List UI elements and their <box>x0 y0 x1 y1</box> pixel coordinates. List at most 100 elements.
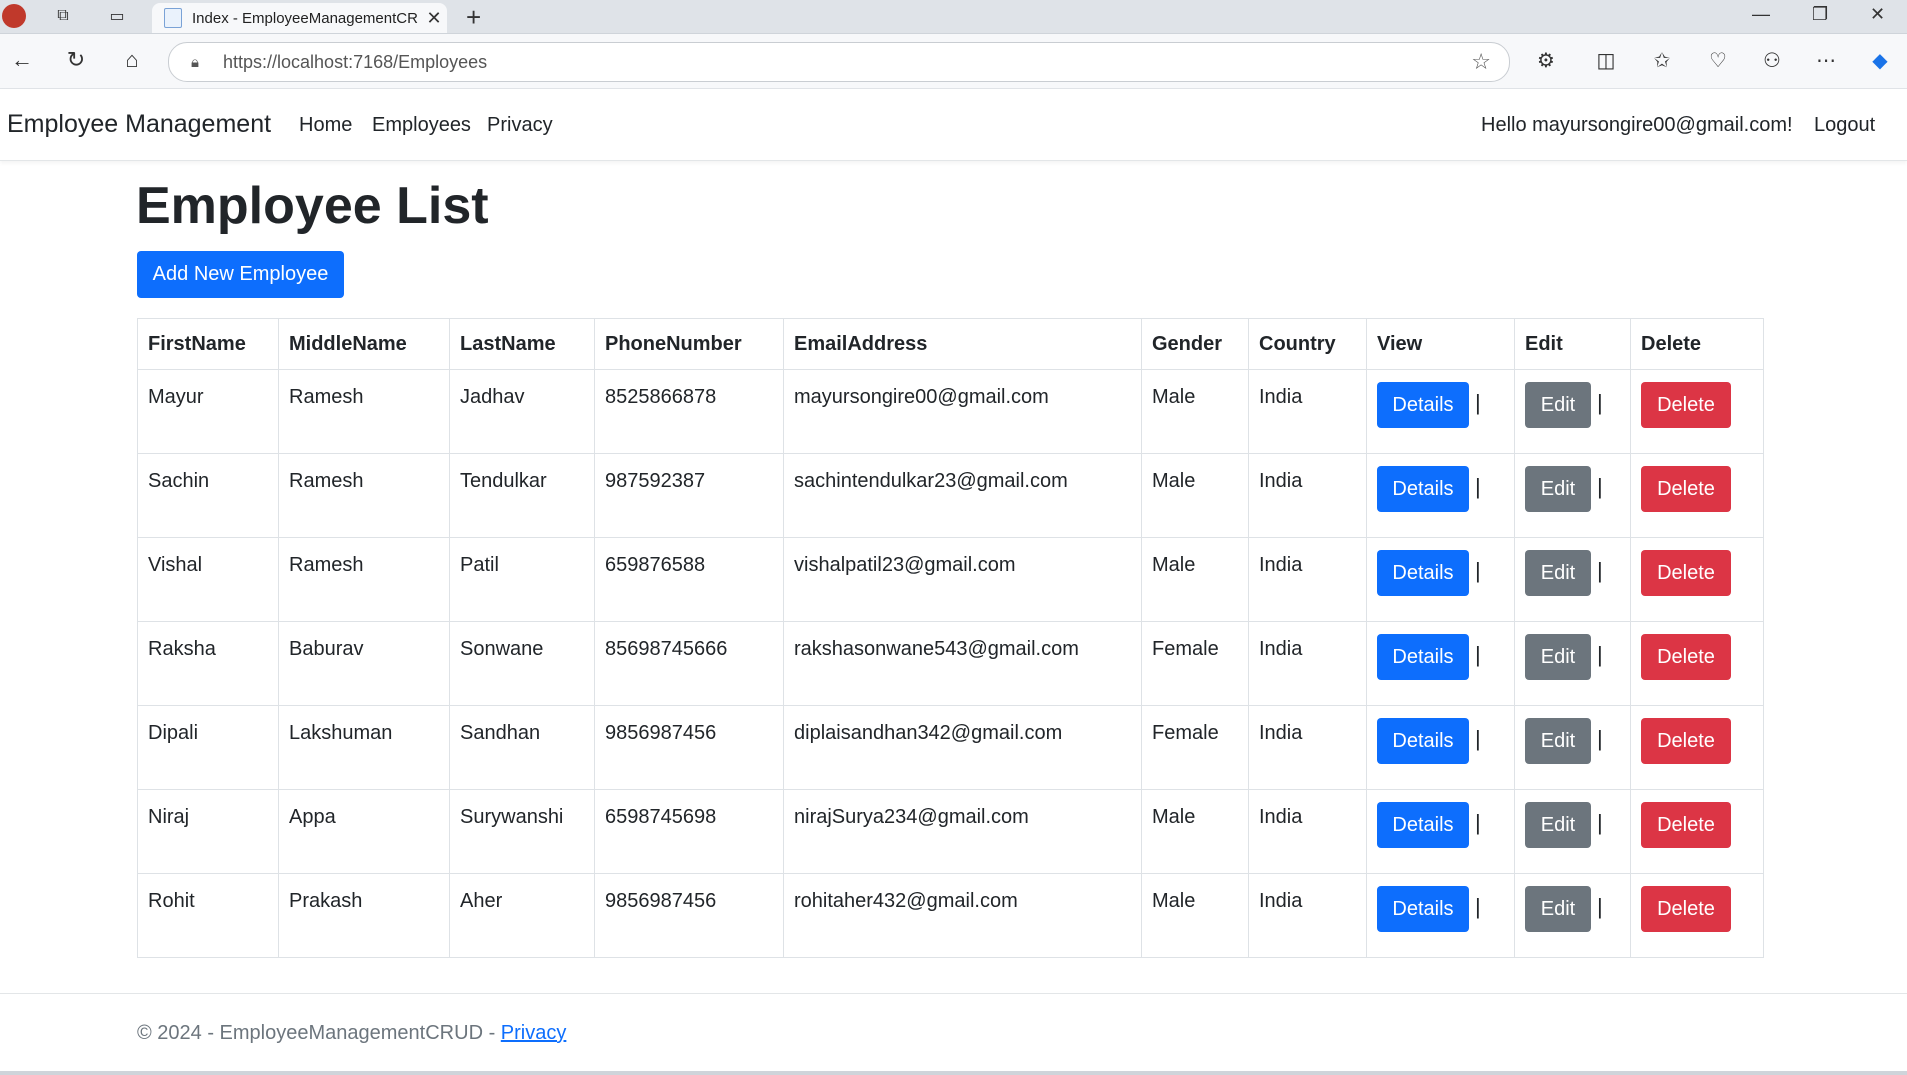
copilot-icon[interactable]: ◆ <box>1866 48 1894 73</box>
nav-link-employees[interactable]: Employees <box>372 114 471 137</box>
action-separator: | <box>1597 474 1603 499</box>
address-bar[interactable]: 🔒︎ https://localhost:7168/Employees ☆ <box>168 42 1510 82</box>
browser-essentials-icon[interactable]: ♡ <box>1704 48 1732 73</box>
cell-details: Details | <box>1366 621 1515 706</box>
favorite-star-icon[interactable]: ☆ <box>1471 49 1491 75</box>
delete-button[interactable]: Delete <box>1641 886 1731 932</box>
refresh-icon[interactable]: ↻ <box>62 47 90 73</box>
delete-button[interactable]: Delete <box>1641 634 1731 680</box>
back-icon[interactable]: ← <box>8 47 36 73</box>
split-screen-icon[interactable]: ◫ <box>1592 48 1620 73</box>
cell-firstname: Sachin <box>137 453 279 538</box>
cell-email: rohitaher432@gmail.com <box>783 873 1142 958</box>
cell-email: vishalpatil23@gmail.com <box>783 537 1142 622</box>
browser-toolbar: ← ↻ ⌂ 🔒︎ https://localhost:7168/Employee… <box>0 34 1907 89</box>
cell-phone: 987592387 <box>594 453 784 538</box>
cell-email: sachintendulkar23@gmail.com <box>783 453 1142 538</box>
cell-middlename: Ramesh <box>278 453 450 538</box>
collections-icon[interactable]: ⚇ <box>1758 48 1786 73</box>
edit-button[interactable]: Edit <box>1525 466 1591 512</box>
footer-copyright: © 2024 - EmployeeManagementCRUD - <box>137 1022 501 1044</box>
details-button[interactable]: Details <box>1377 550 1469 596</box>
col-header-middlename: MiddleName <box>278 318 450 370</box>
extensions-icon[interactable]: ⚙ <box>1532 48 1560 73</box>
workspaces-icon[interactable]: ⧉ <box>52 5 74 27</box>
action-separator: | <box>1475 810 1481 835</box>
logout-button[interactable]: Logout <box>1814 114 1875 137</box>
details-button[interactable]: Details <box>1377 382 1469 428</box>
delete-button[interactable]: Delete <box>1641 466 1731 512</box>
home-icon[interactable]: ⌂ <box>118 47 146 73</box>
details-button[interactable]: Details <box>1377 634 1469 680</box>
new-tab-icon[interactable]: + <box>466 2 481 33</box>
details-button[interactable]: Details <box>1377 466 1469 512</box>
delete-button[interactable]: Delete <box>1641 802 1731 848</box>
cell-details: Details | <box>1366 453 1515 538</box>
edit-button[interactable]: Edit <box>1525 802 1591 848</box>
details-button[interactable]: Details <box>1377 802 1469 848</box>
window-close-icon[interactable]: ✕ <box>1870 4 1885 25</box>
browser-tab[interactable]: Index - EmployeeManagementCR ✕ <box>152 3 447 33</box>
cell-lastname: Jadhav <box>449 369 595 454</box>
page-title: Employee List <box>136 177 489 235</box>
user-greeting[interactable]: Hello mayursongire00@gmail.com! <box>1481 114 1793 137</box>
action-separator: | <box>1597 810 1603 835</box>
cell-delete: Delete <box>1630 537 1764 622</box>
brand-link[interactable]: Employee Management <box>7 110 271 139</box>
table-row: Rohit Prakash Aher 9856987456 rohitaher432@g… <box>137 873 1764 958</box>
col-header-emailaddress: EmailAddress <box>783 318 1142 370</box>
cell-firstname: Vishal <box>137 537 279 622</box>
cell-email: rakshasonwane543@gmail.com <box>783 621 1142 706</box>
col-header-firstname: FirstName <box>137 318 279 370</box>
page-favicon-icon <box>164 8 182 28</box>
cell-gender: Male <box>1141 789 1249 874</box>
edit-button[interactable]: Edit <box>1525 634 1591 680</box>
action-separator: | <box>1597 558 1603 583</box>
tab-actions-icon[interactable]: ▭ <box>106 5 128 27</box>
details-button[interactable]: Details <box>1377 886 1469 932</box>
minimize-icon[interactable]: — <box>1752 4 1770 25</box>
footer-privacy-link[interactable]: Privacy <box>501 1022 567 1044</box>
nav-link-home[interactable]: Home <box>299 114 352 137</box>
tab-title: Index - EmployeeManagementCR <box>192 9 418 27</box>
col-header-edit: Edit <box>1514 318 1631 370</box>
action-separator: | <box>1475 642 1481 667</box>
favorites-icon[interactable]: ✩ <box>1648 48 1676 73</box>
lock-icon[interactable]: 🔒︎ <box>191 54 217 71</box>
edit-button[interactable]: Edit <box>1525 550 1591 596</box>
table-row: Raksha Baburav Sonwane 85698745666 rakshason… <box>137 621 1764 706</box>
more-options-icon[interactable]: ⋯ <box>1812 48 1840 73</box>
table-row: Dipali Lakshuman Sandhan 9856987456 diplaisa… <box>137 705 1764 790</box>
col-header-lastname: LastName <box>449 318 595 370</box>
nav-link-privacy[interactable]: Privacy <box>487 114 553 137</box>
cell-details: Details | <box>1366 705 1515 790</box>
cell-firstname: Raksha <box>137 621 279 706</box>
cell-phone: 659876588 <box>594 537 784 622</box>
cell-country: India <box>1248 873 1367 958</box>
cell-gender: Male <box>1141 453 1249 538</box>
restore-icon[interactable]: ❐ <box>1812 4 1828 25</box>
col-header-delete: Delete <box>1630 318 1764 370</box>
delete-button[interactable]: Delete <box>1641 382 1731 428</box>
table-row: Niraj Appa Surywanshi 6598745698 nirajSurya2… <box>137 789 1764 874</box>
profile-avatar[interactable] <box>2 4 26 28</box>
browser-tab-bar: ⧉ ▭ Index - EmployeeManagementCR ✕ + — ❐… <box>0 0 1907 34</box>
footer-text: © 2024 - EmployeeManagementCRUD - Privac… <box>137 1022 566 1045</box>
delete-button[interactable]: Delete <box>1641 550 1731 596</box>
edit-button[interactable]: Edit <box>1525 886 1591 932</box>
edit-button[interactable]: Edit <box>1525 718 1591 764</box>
col-header-phonenumber: PhoneNumber <box>594 318 784 370</box>
action-separator: | <box>1475 474 1481 499</box>
delete-button[interactable]: Delete <box>1641 718 1731 764</box>
url-text[interactable]: https://localhost:7168/Employees <box>223 52 1471 73</box>
cell-lastname: Sonwane <box>449 621 595 706</box>
cell-country: India <box>1248 453 1367 538</box>
add-employee-button[interactable]: Add New Employee <box>137 251 344 298</box>
action-separator: | <box>1597 894 1603 919</box>
edit-button[interactable]: Edit <box>1525 382 1591 428</box>
cell-lastname: Patil <box>449 537 595 622</box>
cell-middlename: Lakshuman <box>278 705 450 790</box>
details-button[interactable]: Details <box>1377 718 1469 764</box>
close-tab-icon[interactable]: ✕ <box>421 8 447 29</box>
cell-details: Details | <box>1366 537 1515 622</box>
